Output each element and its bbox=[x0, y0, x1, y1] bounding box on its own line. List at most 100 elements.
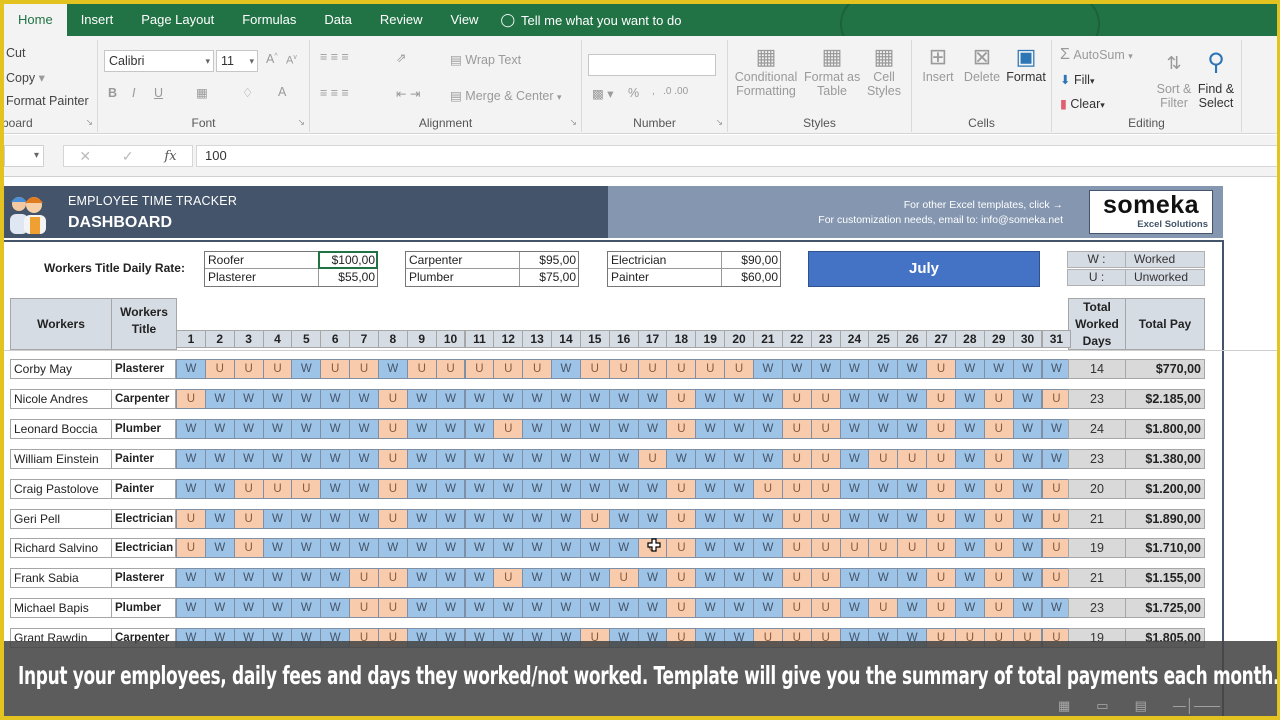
day-cell-unworked[interactable]: U bbox=[926, 418, 956, 439]
day-cell-unworked[interactable]: U bbox=[233, 508, 264, 529]
day-cell-worked[interactable]: W bbox=[291, 388, 322, 409]
day-cell-worked[interactable]: W bbox=[839, 508, 870, 529]
day-cell-unworked[interactable]: U bbox=[637, 448, 668, 469]
day-cell-worked[interactable]: W bbox=[724, 388, 754, 409]
day-cell-worked[interactable]: W bbox=[695, 388, 726, 409]
day-cell-worked[interactable]: W bbox=[204, 418, 235, 439]
day-cell-worked[interactable]: W bbox=[176, 568, 206, 589]
tab-review[interactable]: Review bbox=[366, 4, 437, 36]
day-cell-worked[interactable]: W bbox=[695, 448, 726, 469]
day-cell-worked[interactable]: W bbox=[320, 508, 351, 529]
worker-title-cell[interactable]: Plasterer bbox=[112, 568, 176, 589]
day-cell-worked[interactable]: W bbox=[204, 598, 235, 619]
day-cell-worked[interactable]: W bbox=[954, 388, 985, 409]
day-cell-worked[interactable]: W bbox=[1041, 448, 1072, 469]
day-cell-unworked[interactable]: U bbox=[377, 448, 408, 469]
day-cell-unworked[interactable]: U bbox=[781, 418, 812, 439]
autosum-button[interactable]: Σ AutoSum ▾ bbox=[1060, 46, 1133, 64]
worker-name-cell[interactable]: Geri Pell bbox=[10, 508, 112, 529]
day-cell-worked[interactable]: W bbox=[349, 418, 379, 439]
day-cell-unworked[interactable]: U bbox=[291, 478, 322, 499]
day-cell-unworked[interactable]: U bbox=[983, 418, 1014, 439]
day-cell-unworked[interactable]: U bbox=[176, 388, 206, 409]
day-cell-worked[interactable]: W bbox=[349, 508, 379, 529]
day-cell-worked[interactable]: W bbox=[695, 568, 726, 589]
day-cell-worked[interactable]: W bbox=[1012, 418, 1043, 439]
worker-title-cell[interactable]: Electrician bbox=[112, 508, 176, 529]
month-selector[interactable]: July bbox=[808, 251, 1040, 287]
worker-name-cell[interactable]: Frank Sabia bbox=[10, 568, 112, 589]
day-cell-unworked[interactable]: U bbox=[349, 598, 379, 619]
day-cell-worked[interactable]: W bbox=[608, 418, 639, 439]
day-cell-worked[interactable]: W bbox=[291, 568, 322, 589]
day-cell-worked[interactable]: W bbox=[464, 538, 495, 559]
day-cell-unworked[interactable]: U bbox=[781, 508, 812, 529]
day-cell-unworked[interactable]: U bbox=[839, 538, 870, 559]
day-cell-unworked[interactable]: U bbox=[608, 359, 639, 379]
day-cell-unworked[interactable]: U bbox=[579, 508, 610, 529]
day-cell-worked[interactable]: W bbox=[176, 598, 206, 619]
day-cell-unworked[interactable]: U bbox=[1041, 478, 1072, 499]
day-cell-unworked[interactable]: U bbox=[695, 359, 726, 379]
dialog-launcher-icon[interactable]: ↘ bbox=[297, 117, 305, 128]
day-cell-worked[interactable]: W bbox=[1012, 448, 1043, 469]
rate-title-cell[interactable]: Carpenter bbox=[406, 252, 520, 268]
day-cell-worked[interactable]: W bbox=[608, 448, 639, 469]
day-cell-worked[interactable]: W bbox=[666, 448, 697, 469]
rate-title-cell[interactable]: Roofer bbox=[205, 252, 319, 268]
day-cell-worked[interactable]: W bbox=[897, 418, 928, 439]
day-cell-worked[interactable]: W bbox=[695, 478, 726, 499]
underline-button[interactable]: U bbox=[154, 86, 163, 100]
day-cell-unworked[interactable]: U bbox=[377, 388, 408, 409]
day-cell-unworked[interactable]: U bbox=[868, 598, 899, 619]
day-cell-unworked[interactable]: U bbox=[983, 508, 1014, 529]
day-cell-worked[interactable]: W bbox=[1012, 538, 1043, 559]
day-cell-worked[interactable]: W bbox=[579, 418, 610, 439]
format-painter-button[interactable]: Format Painter bbox=[6, 94, 89, 108]
day-cell-worked[interactable]: W bbox=[493, 538, 524, 559]
cut-button[interactable]: Cut bbox=[6, 46, 25, 60]
day-cell-worked[interactable]: W bbox=[608, 508, 639, 529]
day-cell-worked[interactable]: W bbox=[522, 598, 553, 619]
day-cell-worked[interactable]: W bbox=[839, 418, 870, 439]
day-cell-worked[interactable]: W bbox=[233, 598, 264, 619]
day-cell-unworked[interactable]: U bbox=[377, 598, 408, 619]
day-cell-worked[interactable]: W bbox=[1012, 478, 1043, 499]
day-cell-worked[interactable]: W bbox=[695, 418, 726, 439]
day-cell-worked[interactable]: W bbox=[204, 568, 235, 589]
day-cell-worked[interactable]: W bbox=[868, 568, 899, 589]
day-cell-worked[interactable]: W bbox=[637, 598, 668, 619]
orientation-icon[interactable]: ⇗ bbox=[396, 50, 406, 65]
format-as-table-button[interactable]: ▦ Format as Table bbox=[804, 44, 860, 98]
day-cell-worked[interactable]: W bbox=[954, 598, 985, 619]
day-cell-unworked[interactable]: U bbox=[666, 508, 697, 529]
day-cell-worked[interactable]: W bbox=[753, 418, 783, 439]
day-cell-worked[interactable]: W bbox=[464, 598, 495, 619]
day-cell-worked[interactable]: W bbox=[291, 508, 322, 529]
day-cell-unworked[interactable]: U bbox=[666, 478, 697, 499]
day-cell-worked[interactable]: W bbox=[608, 478, 639, 499]
worker-title-cell[interactable]: Electrician bbox=[112, 538, 176, 559]
day-cell-worked[interactable]: W bbox=[320, 448, 351, 469]
day-cell-worked[interactable]: W bbox=[320, 538, 351, 559]
day-cell-unworked[interactable]: U bbox=[753, 478, 783, 499]
worker-title-cell[interactable]: Painter bbox=[112, 448, 176, 469]
day-cell-unworked[interactable]: U bbox=[522, 359, 553, 379]
day-cell-unworked[interactable]: U bbox=[926, 568, 956, 589]
day-cell-worked[interactable]: W bbox=[1012, 508, 1043, 529]
worker-name-cell[interactable]: William Einstein bbox=[10, 448, 112, 469]
font-color-button[interactable]: A bbox=[278, 85, 286, 99]
day-cell-unworked[interactable]: U bbox=[810, 508, 841, 529]
rate-value-cell[interactable]: $75,00 bbox=[520, 269, 578, 286]
day-cell-unworked[interactable]: U bbox=[1041, 568, 1072, 589]
day-cell-worked[interactable]: W bbox=[753, 598, 783, 619]
day-cell-unworked[interactable]: U bbox=[262, 478, 293, 499]
indent-icon[interactable]: ⇤ ⇥ bbox=[396, 86, 420, 101]
day-cell-worked[interactable]: W bbox=[349, 538, 379, 559]
day-cell-unworked[interactable]: U bbox=[810, 598, 841, 619]
day-cell-worked[interactable]: W bbox=[435, 598, 466, 619]
day-cell-worked[interactable]: W bbox=[406, 568, 437, 589]
day-cell-unworked[interactable]: U bbox=[810, 388, 841, 409]
worker-name-cell[interactable]: Richard Salvino bbox=[10, 538, 112, 559]
day-cell-unworked[interactable]: U bbox=[493, 568, 524, 589]
